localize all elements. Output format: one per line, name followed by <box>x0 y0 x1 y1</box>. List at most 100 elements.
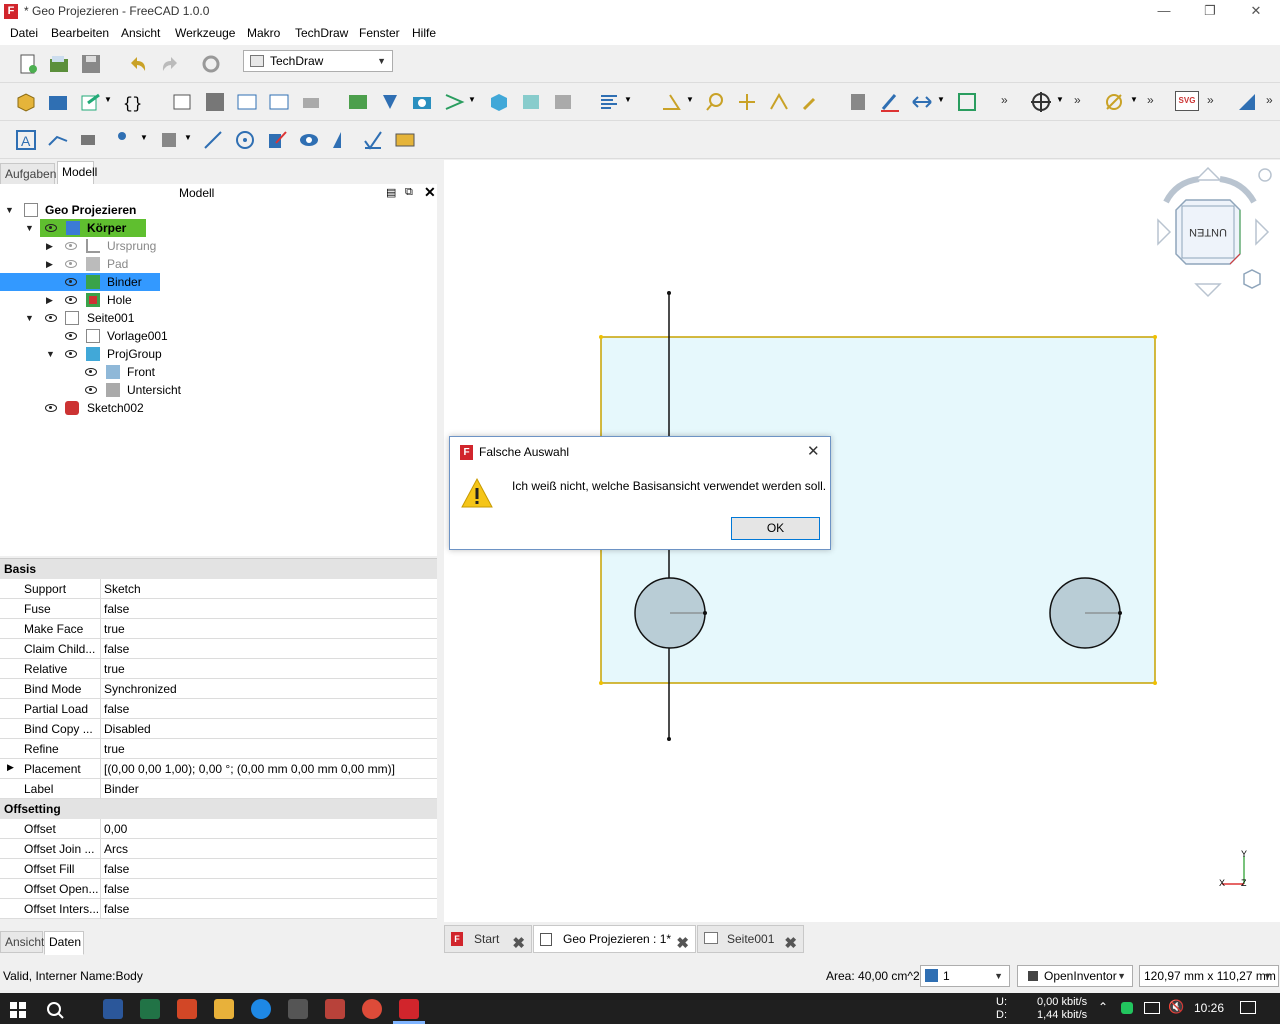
clock-time[interactable]: 10:26 <box>1194 1001 1224 1015</box>
undo-icon[interactable] <box>127 53 149 75</box>
property-row[interactable]: Relative true <box>0 659 437 679</box>
property-row[interactable]: Refine true <box>0 739 437 759</box>
rotate-right-arrow-icon[interactable] <box>1219 176 1257 204</box>
property-row[interactable]: Make Face true <box>0 619 437 639</box>
variable-set-icon[interactable]: {} <box>121 91 143 113</box>
tab-seite001[interactable]: Seite001 ✖ <box>697 925 804 953</box>
property-value[interactable]: false <box>104 882 129 896</box>
export-page-icon[interactable] <box>268 91 290 113</box>
link-dropdown-icon[interactable]: ▼ <box>104 95 112 104</box>
active-view-icon[interactable] <box>379 91 401 113</box>
visibility-eye-icon[interactable] <box>45 224 57 232</box>
rotate-left-arrow-icon[interactable] <box>1163 176 1200 204</box>
camera-icon[interactable] <box>411 91 433 113</box>
close-tab-icon[interactable]: ✖ <box>676 931 689 957</box>
show-all-eye-icon[interactable] <box>298 129 320 151</box>
menu-techdraw[interactable]: TechDraw <box>295 26 348 40</box>
tree-item-geo-projezieren[interactable]: ▼ Geo Projezieren <box>0 201 437 219</box>
arrow-down-icon[interactable] <box>1194 283 1222 298</box>
property-value[interactable]: 0,00 <box>104 822 127 836</box>
cosmetic-line-icon[interactable] <box>202 129 224 151</box>
isometric-view-icon[interactable] <box>1243 269 1261 289</box>
corner-vertex[interactable] <box>1153 335 1157 339</box>
property-row[interactable]: Claim Child... false <box>0 639 437 659</box>
property-row[interactable]: Offset Join ... Arcs <box>0 839 437 859</box>
cosmetic-vertex-icon[interactable] <box>118 132 126 140</box>
close-panel-icon[interactable]: ✕ <box>424 184 436 201</box>
collapse-panel-icon[interactable]: ▤ <box>386 186 396 199</box>
volume-icon[interactable]: 🔇 <box>1168 999 1184 1015</box>
property-value[interactable]: Sketch <box>104 582 141 596</box>
property-group-header[interactable]: Offsetting <box>0 799 437 819</box>
menu-datei[interactable]: Datei <box>10 26 38 40</box>
close-tab-icon[interactable]: ✖ <box>784 931 797 957</box>
sketch-vertex[interactable] <box>1118 611 1122 615</box>
property-row[interactable]: Bind Mode Synchronized <box>0 679 437 699</box>
clip-group-icon[interactable] <box>552 91 574 113</box>
centerline-icon[interactable] <box>1030 91 1052 113</box>
property-row[interactable]: ▶ Placement [(0,00 0,00 1,00); 0,00 °; (0,… <box>0 759 437 779</box>
visibility-eye-off-icon[interactable] <box>65 242 77 250</box>
rich-annotation-icon[interactable] <box>79 129 101 151</box>
expand-triangle-icon[interactable]: ▼ <box>25 309 35 327</box>
menu-bearbeiten[interactable]: Bearbeiten <box>51 26 109 40</box>
visibility-eye-icon[interactable] <box>45 404 57 412</box>
close-tab-icon[interactable]: ✖ <box>512 931 525 957</box>
dimension-readout[interactable]: 120,97 mm x 110,27 mm ▼ <box>1139 965 1279 987</box>
toolbar-overflow-4[interactable]: » <box>1207 93 1214 107</box>
radius-dimension-icon[interactable] <box>704 91 726 113</box>
visibility-eye-icon[interactable] <box>65 296 77 304</box>
tab-modell[interactable]: Modell <box>57 161 97 185</box>
annotation-pen-icon[interactable] <box>879 91 901 113</box>
cosmetic-edit-icon[interactable] <box>266 129 288 151</box>
expand-triangle-icon[interactable]: ▶ <box>46 255 56 273</box>
view-menu-icon[interactable] <box>1258 168 1272 182</box>
save-icon[interactable] <box>80 53 102 75</box>
grid-staircase-icon[interactable] <box>1236 91 1258 113</box>
property-value[interactable]: false <box>104 702 129 716</box>
redraw-page-icon[interactable] <box>236 91 258 113</box>
property-row[interactable]: Label Binder <box>0 779 437 799</box>
expand-triangle-icon[interactable]: ▶ <box>7 762 14 773</box>
app-icon[interactable] <box>251 999 271 1019</box>
dialog-close-icon[interactable]: ✕ <box>807 442 820 460</box>
search-icon[interactable] <box>46 1001 64 1019</box>
projection-dropdown-icon[interactable]: ▼ <box>468 95 476 104</box>
powerpoint-icon[interactable] <box>177 999 197 1019</box>
network-icon[interactable] <box>1144 1002 1160 1014</box>
visibility-eye-icon[interactable] <box>65 278 77 286</box>
visibility-eye-icon[interactable] <box>85 368 97 376</box>
vertex-dropdown-icon[interactable]: ▼ <box>140 133 148 142</box>
menu-hilfe[interactable]: Hilfe <box>412 26 436 40</box>
property-value[interactable]: Binder <box>104 782 139 796</box>
ok-button[interactable]: OK <box>731 517 820 540</box>
corner-vertex[interactable] <box>599 681 603 685</box>
toolbar-overflow-3[interactable]: » <box>1147 93 1154 107</box>
float-panel-icon[interactable]: ⧉ <box>405 186 413 199</box>
tab-start[interactable]: F Start ✖ <box>444 925 532 953</box>
unit-schema-selector[interactable]: 1 ▼ <box>920 965 1010 987</box>
dimension-angle-icon[interactable] <box>660 91 682 113</box>
tree-item-seite001[interactable]: ▼ Seite001 <box>0 309 437 327</box>
windows-start-icon[interactable] <box>10 1002 26 1018</box>
navigation-style-selector[interactable]: OpenInventor ▼ <box>1017 965 1133 987</box>
tree-item-projgroup[interactable]: ▼ ProjGroup <box>0 345 437 363</box>
tab-aufgaben[interactable]: Aufgaben <box>0 163 56 185</box>
tray-app-icon[interactable] <box>1121 1002 1133 1014</box>
property-value[interactable]: true <box>104 662 125 676</box>
leader-arrow-icon[interactable] <box>911 91 933 113</box>
detail-view-icon[interactable] <box>520 91 542 113</box>
corner-vertex[interactable] <box>599 335 603 339</box>
projection-group-icon[interactable] <box>443 91 465 113</box>
centerline-dropdown-icon[interactable]: ▼ <box>1056 95 1064 104</box>
property-value[interactable]: false <box>104 642 129 656</box>
tab-ansicht[interactable]: Ansicht <box>0 931 44 953</box>
expand-triangle-icon[interactable]: ▼ <box>5 201 15 219</box>
arrow-right-icon[interactable] <box>1255 218 1270 246</box>
tree-item-pad[interactable]: ▶ Pad <box>0 255 437 273</box>
midpoint-dropdown-icon[interactable]: ▼ <box>184 133 192 142</box>
property-value[interactable]: [(0,00 0,00 1,00); 0,00 °; (0,00 mm 0,00… <box>104 762 395 776</box>
visibility-eye-icon[interactable] <box>45 314 57 322</box>
visibility-eye-off-icon[interactable] <box>65 260 77 268</box>
property-row[interactable]: Offset Open... false <box>0 879 437 899</box>
